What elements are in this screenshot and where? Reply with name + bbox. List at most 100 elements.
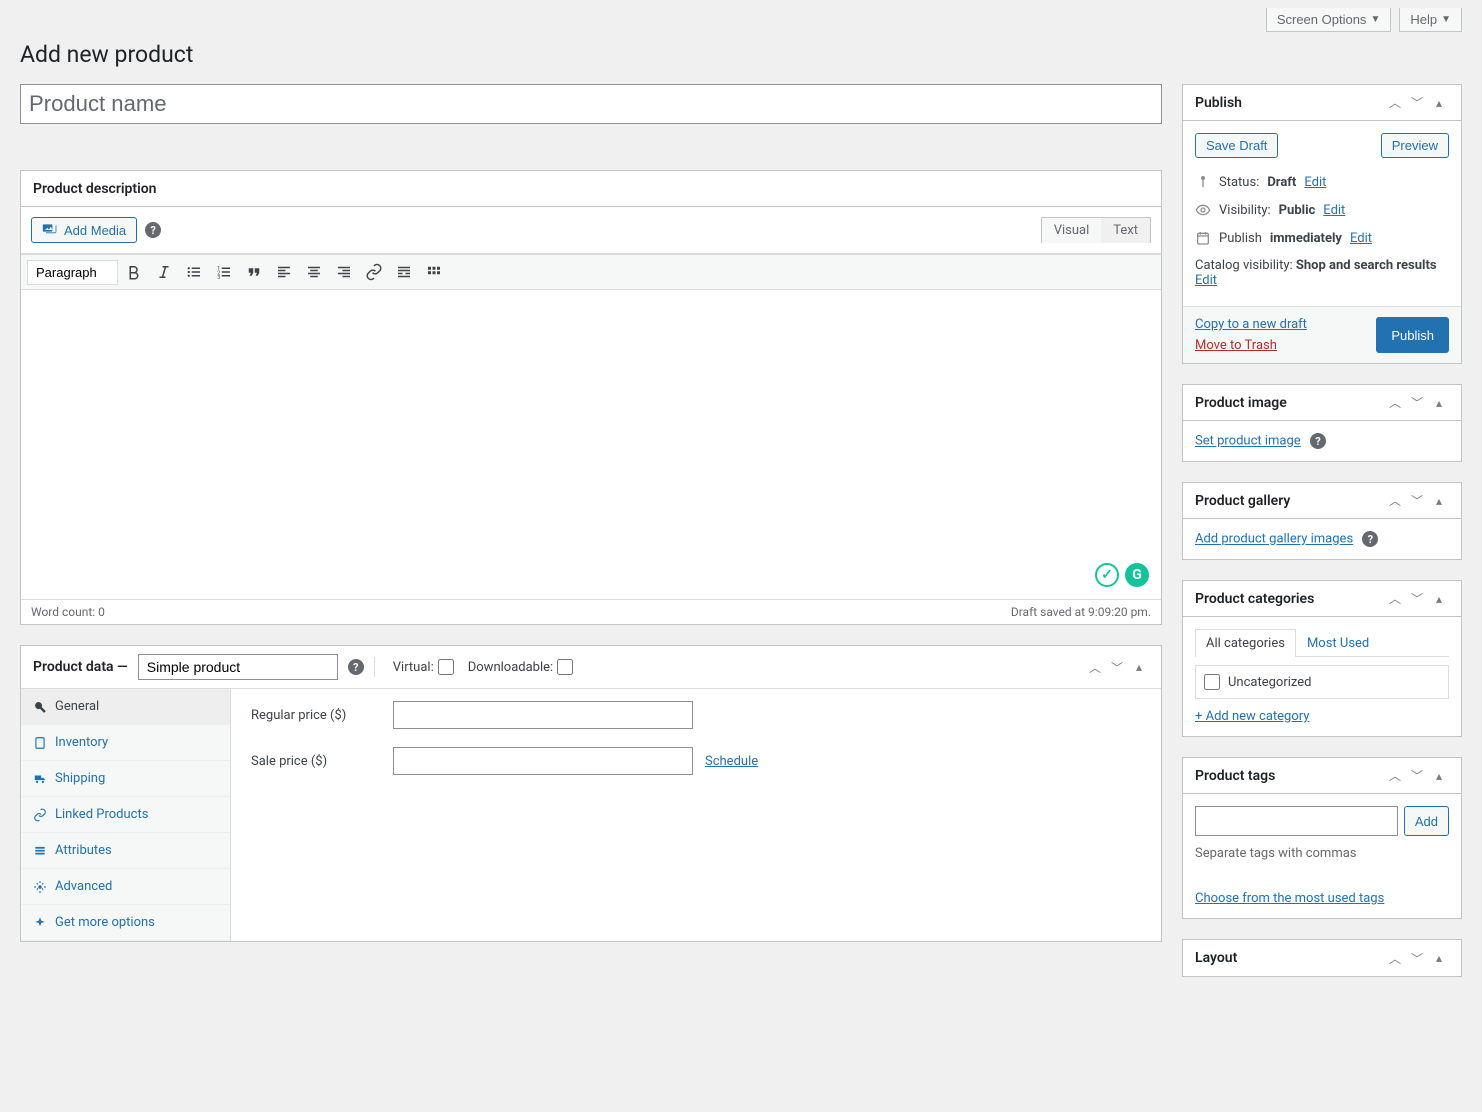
save-draft-button[interactable]: Save Draft [1195,133,1278,158]
editor-content[interactable]: ✓ G [21,290,1161,600]
regular-price-input[interactable] [393,701,693,729]
downloadable-checkbox[interactable]: Downloadable: [468,659,573,675]
edit-catalog-link[interactable]: Edit [1195,273,1217,288]
set-product-image-link[interactable]: Set product image [1195,434,1301,449]
move-down-icon[interactable]: ﹀ [1407,948,1427,968]
grammarly-icon[interactable]: G [1125,563,1149,587]
help-icon[interactable]: ? [1362,531,1378,547]
move-up-icon[interactable]: ︿ [1385,589,1405,609]
tab-text[interactable]: Text [1101,218,1150,243]
help-icon[interactable]: ? [1310,433,1326,449]
product-image-box: Product image ︿﹀▴ Set product image ? [1182,384,1462,462]
trash-link[interactable]: Move to Trash [1195,338,1307,353]
italic-button[interactable] [150,258,178,286]
move-up-icon[interactable]: ︿ [1385,93,1405,113]
toggle-icon[interactable]: ▴ [1429,393,1449,413]
media-icon [42,222,58,238]
format-select[interactable]: Paragraph [27,260,118,285]
product-gallery-box: Product gallery ︿﹀▴ Add product gallery … [1182,482,1462,560]
move-down-icon[interactable]: ﹀ [1407,93,1427,113]
tags-heading: Product tags [1195,768,1275,784]
product-tags-box: Product tags ︿﹀▴ Add Separate tags with … [1182,757,1462,919]
product-type-select[interactable]: Simple product [138,654,338,680]
categories-heading: Product categories [1195,591,1314,607]
draft-saved: Draft saved at 9:09:20 pm. [1011,605,1151,619]
product-image-heading: Product image [1195,395,1287,411]
help-button[interactable]: Help ▼ [1399,8,1462,32]
move-down-icon[interactable]: ﹀ [1407,491,1427,511]
move-down-icon[interactable]: ﹀ [1107,657,1127,677]
add-category-link[interactable]: + Add new category [1195,709,1309,724]
sale-price-input[interactable] [393,747,693,775]
pd-tab-inventory[interactable]: Inventory [21,725,230,761]
preview-button[interactable]: Preview [1381,133,1449,158]
tab-visual[interactable]: Visual [1042,218,1102,243]
screen-options-button[interactable]: Screen Options ▼ [1266,8,1392,32]
editor-toolbar: Paragraph 123 [21,254,1161,290]
truck-icon [33,772,47,786]
move-up-icon[interactable]: ︿ [1385,491,1405,511]
product-name-input[interactable] [20,84,1162,124]
move-down-icon[interactable]: ﹀ [1407,393,1427,413]
add-gallery-link[interactable]: Add product gallery images [1195,532,1353,547]
category-uncategorized[interactable]: Uncategorized [1204,674,1440,690]
help-icon[interactable]: ? [348,659,364,675]
move-up-icon[interactable]: ︿ [1385,393,1405,413]
align-right-button[interactable] [330,258,358,286]
pd-tab-advanced[interactable]: Advanced [21,869,230,905]
schedule-link[interactable]: Schedule [705,754,758,769]
sparkle-icon [33,916,47,930]
tab-most-used[interactable]: Most Used [1296,629,1380,657]
word-count: Word count: 0 [31,605,105,619]
pd-tab-linked[interactable]: Linked Products [21,797,230,833]
align-center-button[interactable] [300,258,328,286]
toggle-icon[interactable]: ▴ [1429,491,1449,511]
tab-all-categories[interactable]: All categories [1195,629,1296,657]
product-categories-box: Product categories ︿﹀▴ All categories Mo… [1182,580,1462,737]
move-up-icon[interactable]: ︿ [1385,766,1405,786]
pd-tab-general[interactable]: General [21,689,230,725]
numbered-list-button[interactable]: 123 [210,258,238,286]
move-up-icon[interactable]: ︿ [1085,657,1105,677]
edit-status-link[interactable]: Edit [1304,175,1326,190]
product-data-heading: Product data — [33,659,128,675]
bold-button[interactable] [120,258,148,286]
read-more-button[interactable] [390,258,418,286]
tag-input[interactable] [1195,806,1398,836]
move-down-icon[interactable]: ﹀ [1407,589,1427,609]
edit-publish-link[interactable]: Edit [1350,231,1372,246]
toggle-icon[interactable]: ▴ [1429,948,1449,968]
pd-tab-attributes[interactable]: Attributes [21,833,230,869]
toggle-icon[interactable]: ▴ [1429,589,1449,609]
link-icon [33,808,47,822]
sale-price-label: Sale price ($) [251,754,381,769]
grammarly-shield-icon[interactable]: ✓ [1095,563,1119,587]
pd-tab-more[interactable]: Get more options [21,905,230,941]
bullet-list-button[interactable] [180,258,208,286]
align-left-button[interactable] [270,258,298,286]
choose-tags-link[interactable]: Choose from the most used tags [1195,891,1384,906]
gear-icon [33,880,47,894]
help-icon[interactable]: ? [145,222,161,238]
link-button[interactable] [360,258,388,286]
pd-tab-shipping[interactable]: Shipping [21,761,230,797]
wrench-icon [33,700,47,714]
add-tag-button[interactable]: Add [1404,806,1449,836]
virtual-checkbox[interactable]: Virtual: [393,659,454,675]
chevron-down-icon: ▼ [1441,14,1451,25]
list-icon [33,844,47,858]
toolbar-toggle-button[interactable] [420,258,448,286]
edit-visibility-link[interactable]: Edit [1323,203,1345,218]
toggle-icon[interactable]: ▴ [1429,93,1449,113]
toggle-icon[interactable]: ▴ [1129,657,1149,677]
move-up-icon[interactable]: ︿ [1385,948,1405,968]
chevron-down-icon: ▼ [1370,14,1380,25]
copy-draft-link[interactable]: Copy to a new draft [1195,317,1307,332]
regular-price-label: Regular price ($) [251,708,381,723]
pin-icon [1195,174,1211,190]
add-media-button[interactable]: Add Media [31,217,137,243]
move-down-icon[interactable]: ﹀ [1407,766,1427,786]
quote-button[interactable] [240,258,268,286]
publish-button[interactable]: Publish [1376,317,1449,353]
toggle-icon[interactable]: ▴ [1429,766,1449,786]
